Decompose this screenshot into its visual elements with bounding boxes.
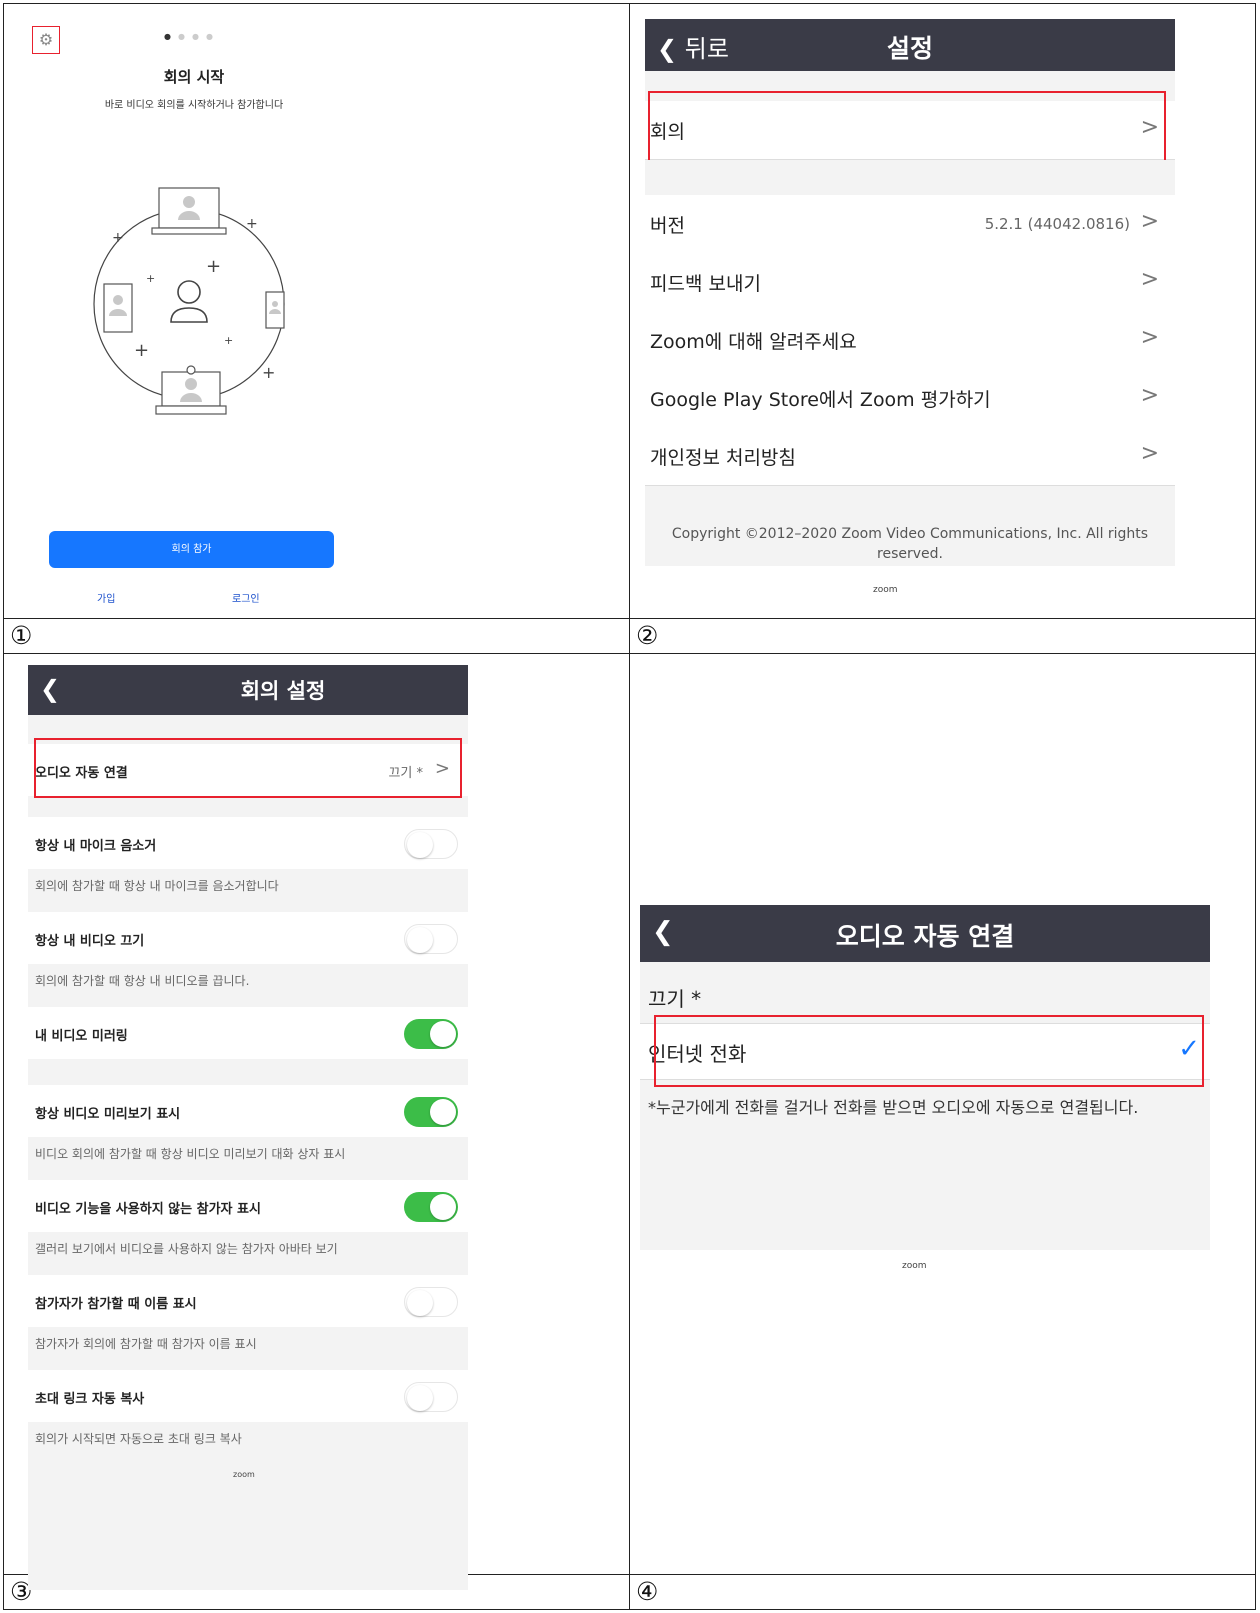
settings-item-label: 버전 — [650, 215, 685, 237]
highlight-box — [654, 1015, 1204, 1087]
toggle-switch[interactable] — [404, 1097, 458, 1127]
setting-description: 참가자가 회의에 참가할 때 참가자 이름 표시 — [35, 1337, 257, 1351]
highlight-box — [648, 91, 1166, 171]
version-value: 5.2.1 (44042.0816) — [984, 215, 1130, 233]
setting-description: 회의에 참가할 때 항상 내 마이크를 음소거합니다 — [35, 879, 279, 893]
zoom-footer: zoom — [902, 1261, 927, 1271]
label-cell-1: ① — [3, 618, 630, 654]
login-link[interactable]: 로그인 — [232, 590, 260, 605]
setting-copy-invite: 초대 링크 자동 복사 — [28, 1370, 468, 1422]
panel-number-1: ① — [10, 621, 33, 650]
svg-text:+: + — [246, 216, 258, 232]
setting-description: 갤러리 보기에서 비디오를 사용하지 않는 참가자 아바타 보기 — [35, 1242, 338, 1256]
auto-audio-note: *누군가에게 전화를 걸거나 전화를 받으면 오디오에 자동으로 연결됩니다. — [648, 1098, 1139, 1117]
page-indicator: ●●●● — [164, 32, 220, 41]
setting-description: 비디오 회의에 참가할 때 항상 비디오 미리보기 대화 상자 표시 — [35, 1147, 346, 1161]
toggle-switch[interactable] — [404, 924, 458, 954]
setting-label: 참가자가 참가할 때 이름 표시 — [35, 1297, 197, 1312]
setting-mirror-video: 내 비디오 미러링 — [28, 1007, 468, 1059]
auto-audio-title: 오디오 자동 연결 — [835, 922, 1015, 951]
highlight-box — [34, 738, 462, 798]
settings-item-label: 개인정보 처리방침 — [650, 447, 796, 469]
toggle-switch[interactable] — [404, 1287, 458, 1317]
setting-label: 내 비디오 미러링 — [35, 1029, 128, 1044]
panel-number-4: ④ — [636, 1577, 659, 1606]
chevron-right-icon: > — [1140, 383, 1159, 408]
setting-video-off: 항상 내 비디오 끄기 — [28, 912, 468, 964]
chevron-right-icon: > — [1140, 267, 1159, 292]
toggle-switch[interactable] — [404, 1019, 458, 1049]
meeting-settings-title: 회의 설정 — [240, 679, 326, 703]
auto-audio-header: ❮ 오디오 자동 연결 — [640, 905, 1210, 962]
settings-item-version[interactable]: 버전 5.2.1 (44042.0816) > — [645, 195, 1175, 254]
signup-link[interactable]: 가입 — [97, 590, 115, 605]
start-title: 회의 시작 — [163, 68, 225, 86]
auto-audio-screen: ❮ 오디오 자동 연결 끄기 * 인터넷 전화 ✓ *누군가에게 전화를 걸거나… — [640, 905, 1210, 1271]
zoom-footer: zoom — [873, 585, 898, 595]
start-screen: ⚙ ●●●● 회의 시작 바로 비디오 회의를 시작하거나 참가합니다 + + + … — [4, 4, 624, 619]
label-cell-4: ④ — [629, 1574, 1256, 1610]
toggle-switch[interactable] — [404, 1382, 458, 1412]
meeting-settings-header: ❮ 회의 설정 — [28, 665, 468, 715]
toggle-switch[interactable] — [404, 829, 458, 859]
settings-item-label: Google Play Store에서 Zoom 평가하기 — [650, 389, 991, 411]
start-subtitle: 바로 비디오 회의를 시작하거나 참가합니다 — [104, 100, 284, 111]
section-gap — [645, 160, 1175, 195]
settings-screen: ❮ 뒤로 설정 회의 > 버전 5.2.1 (44042.0816) > 피드백… — [645, 19, 1175, 609]
chevron-right-icon: > — [1140, 441, 1159, 466]
chevron-right-icon: > — [1140, 325, 1159, 350]
settings-item-tell-us[interactable]: Zoom에 대해 알려주세요 > — [645, 311, 1175, 370]
setting-non-video-participants: 비디오 기능을 사용하지 않는 참가자 표시 — [28, 1180, 468, 1232]
setting-label: 비디오 기능을 사용하지 않는 참가자 표시 — [35, 1202, 261, 1217]
svg-text:+: + — [224, 334, 233, 347]
svg-text:+: + — [206, 256, 221, 277]
settings-item-rate[interactable]: Google Play Store에서 Zoom 평가하기 > — [645, 369, 1175, 428]
gear-icon[interactable]: ⚙ — [32, 26, 60, 54]
settings-item-label: 피드백 보내기 — [650, 273, 761, 295]
setting-label: 항상 내 마이크 음소거 — [35, 839, 157, 854]
svg-text:+: + — [134, 340, 149, 361]
setting-label: 초대 링크 자동 복사 — [35, 1392, 145, 1407]
copyright-text: Copyright ©2012–2020 Zoom Video Communic… — [671, 526, 1149, 562]
label-cell-2: ② — [629, 618, 1256, 654]
chevron-right-icon: > — [1140, 209, 1159, 234]
setting-mute-mic: 항상 내 마이크 음소거 — [28, 817, 468, 869]
setting-label: 항상 비디오 미리보기 표시 — [35, 1107, 181, 1122]
settings-item-privacy[interactable]: 개인정보 처리방침 > — [645, 427, 1175, 486]
settings-header: ❮ 뒤로 설정 — [645, 19, 1175, 71]
zoom-footer: zoom — [233, 1470, 255, 1479]
meeting-settings-screen: ❮ 회의 설정 오디오 자동 연결 끄기 * > 항상 내 마이크 음소거 회의… — [28, 665, 468, 1590]
setting-description: 회의가 시작되면 자동으로 초대 링크 복사 — [35, 1432, 242, 1446]
panel-number-2: ② — [636, 621, 659, 650]
setting-video-preview: 항상 비디오 미리보기 표시 — [28, 1085, 468, 1137]
option-off[interactable]: 끄기 * — [648, 983, 701, 1012]
settings-item-feedback[interactable]: 피드백 보내기 > — [645, 253, 1175, 312]
svg-text:+: + — [146, 272, 155, 285]
join-meeting-button[interactable]: 회의 참가 — [49, 531, 334, 568]
devices-network-illustration: + + + + + + + — [93, 187, 285, 415]
setting-description: 회의에 참가할 때 항상 내 비디오를 끕니다. — [35, 974, 250, 988]
setting-label: 항상 내 비디오 끄기 — [35, 934, 145, 949]
settings-item-label: Zoom에 대해 알려주세요 — [650, 331, 857, 353]
setting-show-names: 참가자가 참가할 때 이름 표시 — [28, 1275, 468, 1327]
settings-title: 설정 — [886, 34, 933, 63]
svg-text:+: + — [262, 363, 275, 382]
toggle-switch[interactable] — [404, 1192, 458, 1222]
svg-text:+: + — [112, 230, 124, 246]
